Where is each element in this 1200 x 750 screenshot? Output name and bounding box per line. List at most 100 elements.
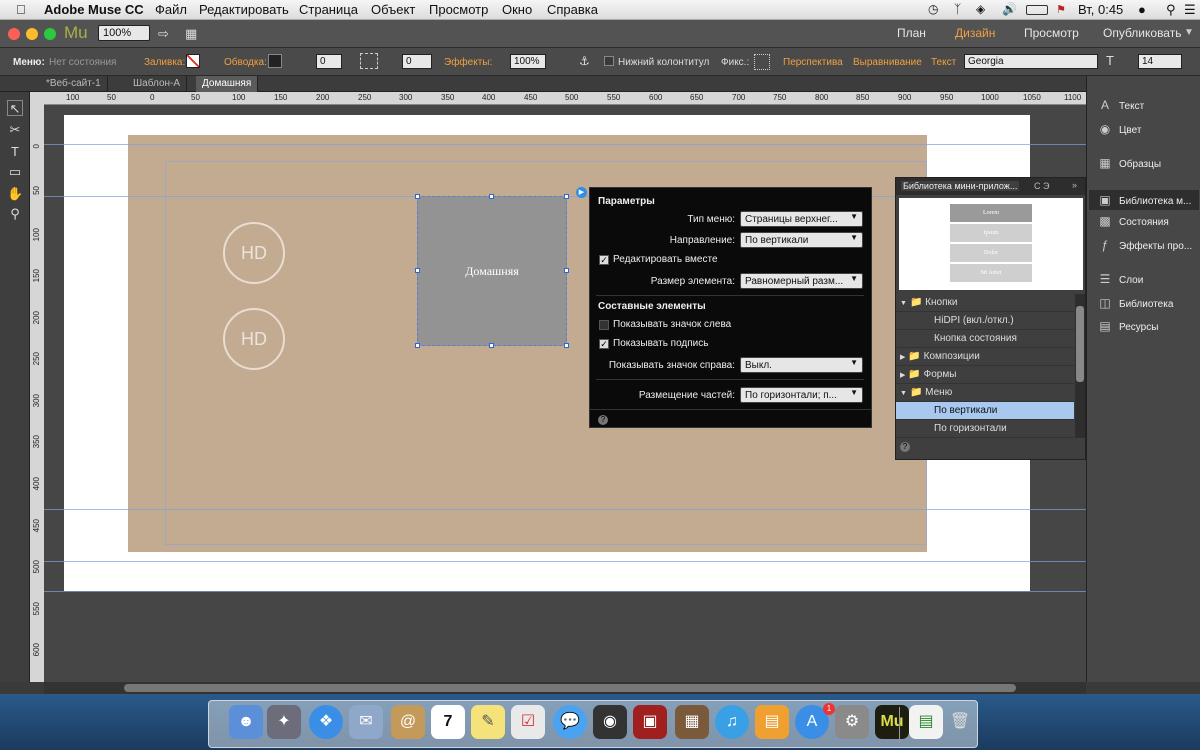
resize-handle[interactable] — [564, 268, 569, 273]
stroke-label[interactable]: Обводка: — [224, 57, 267, 68]
resize-handle[interactable] — [415, 343, 420, 348]
rectangle-tool-icon[interactable]: ▭ — [7, 164, 23, 180]
document-icon[interactable]: ▤ — [909, 705, 943, 739]
panel-library[interactable]: ◫ Библиотека — [1097, 296, 1173, 310]
tab-website[interactable]: *Веб-сайт-1 — [40, 76, 108, 92]
text-link[interactable]: Текст — [931, 57, 956, 68]
opacity-field[interactable]: 100% — [510, 54, 546, 69]
horizontal-guide[interactable] — [44, 144, 1086, 145]
ibooks-icon[interactable]: ▤ — [755, 705, 789, 739]
show-caption-checkbox[interactable]: ✓ — [599, 339, 609, 349]
tab-home[interactable]: Домашняя — [196, 76, 259, 92]
volume-icon[interactable]: 🔊 — [1002, 2, 1017, 16]
direction-select[interactable]: По вертикали ▼ — [740, 232, 863, 248]
app-menu[interactable]: Adobe Muse CC — [44, 2, 144, 17]
zoom-window-button[interactable] — [44, 28, 56, 40]
library-tab-title[interactable]: Библиотека мини-прилож... — [901, 181, 1020, 191]
horizontal-scrollbar[interactable] — [44, 682, 1086, 694]
menu-page[interactable]: Страница — [299, 2, 358, 17]
crop-tool-icon[interactable]: ✂ — [7, 122, 23, 138]
item-size-select[interactable]: Равномерный разм... ▼ — [740, 273, 863, 289]
library-folder-menu[interactable]: ▼ 📁 Меню — [896, 384, 1074, 402]
resize-handle[interactable] — [415, 194, 420, 199]
zoom-tool-icon[interactable]: ⚲ — [7, 206, 23, 222]
resize-handle[interactable] — [489, 194, 494, 199]
workspace-preview[interactable]: Просмотр — [1024, 26, 1079, 40]
stroke-swatch[interactable] — [268, 54, 282, 68]
zoom-select[interactable]: 100% — [98, 25, 150, 41]
menu-window[interactable]: Окно — [502, 2, 532, 17]
panel-effects[interactable]: ƒ Эффекты про... — [1097, 238, 1192, 252]
font-size-field[interactable]: 14 — [1138, 54, 1182, 69]
menu-object[interactable]: Объект — [371, 2, 415, 17]
panel-text[interactable]: A Текст — [1097, 98, 1144, 112]
spacing-field[interactable]: 0 — [402, 54, 432, 69]
library-tab-2[interactable]: С Э — [1034, 181, 1049, 191]
battery-icon[interactable] — [1026, 5, 1048, 15]
anchor-icon[interactable]: ⚓ — [579, 54, 590, 68]
panel-states[interactable]: ▩ Состояния — [1097, 214, 1168, 228]
itunes-icon[interactable]: ♫ — [715, 705, 749, 739]
resize-handle[interactable] — [415, 268, 420, 273]
align-link[interactable]: Выравнивание — [853, 57, 922, 68]
library-folder-forms[interactable]: ▶ 📁 Формы — [896, 366, 1074, 384]
widget-options-icon[interactable]: ▶ — [576, 187, 587, 198]
calendar-icon[interactable]: 7 — [431, 705, 465, 739]
workspace-plan[interactable]: План — [897, 26, 926, 40]
photos-icon[interactable]: ▦ — [675, 705, 709, 739]
close-window-button[interactable] — [8, 28, 20, 40]
menu-widget-button[interactable]: Домашняя — [417, 196, 567, 346]
bluetooth-icon[interactable]: ᛉ — [954, 2, 961, 16]
place-icon[interactable]: ⇨ — [158, 26, 169, 42]
finder-icon[interactable]: ☻ — [229, 705, 263, 739]
facetime-icon[interactable]: ◉ — [593, 705, 627, 739]
library-folder-buttons[interactable]: ▼ 📁 Кнопки — [896, 294, 1074, 312]
hd-badge-icon[interactable]: HD — [223, 308, 285, 370]
hd-badge-icon[interactable]: HD — [223, 222, 285, 284]
panel-swatches[interactable]: ▦ Образцы — [1097, 156, 1161, 170]
fix-grid-icon[interactable] — [754, 54, 770, 70]
effects-label[interactable]: Эффекты: — [444, 57, 492, 68]
notes-icon[interactable]: ✎ — [471, 705, 505, 739]
workspace-publish[interactable]: Опубликовать — [1103, 26, 1181, 40]
fill-swatch[interactable] — [186, 54, 200, 68]
library-item-hidpi[interactable]: HiDPI (вкл./откл.) — [896, 312, 1074, 330]
library-item-horizontal[interactable]: По горизонтали — [896, 420, 1074, 438]
menu-help[interactable]: Справка — [547, 2, 598, 17]
library-folder-compositions[interactable]: ▶ 📁 Композиции — [896, 348, 1074, 366]
horizontal-guide[interactable] — [44, 591, 1086, 592]
notifications-icon[interactable]: ☰ — [1184, 2, 1196, 18]
workspace-design[interactable]: Дизайн — [955, 26, 995, 40]
panel-color[interactable]: ◉ Цвет — [1097, 122, 1142, 136]
show-right-icon-select[interactable]: Выкл. ▼ — [740, 357, 863, 373]
minimize-window-button[interactable] — [26, 28, 38, 40]
contacts-icon[interactable]: @ — [391, 705, 425, 739]
edit-together-checkbox[interactable]: ✓ — [599, 255, 609, 265]
resize-handle[interactable] — [564, 343, 569, 348]
menu-file[interactable]: Файл — [155, 2, 187, 17]
trash-icon[interactable]: 🗑 — [943, 705, 977, 739]
selection-tool-icon[interactable]: ↖ — [7, 100, 23, 116]
preview-mode-icon[interactable]: ▦ — [185, 26, 197, 42]
tab-master[interactable]: Шаблон-A — [127, 76, 188, 92]
user-icon[interactable]: ● — [1138, 2, 1146, 17]
wifi-icon[interactable]: ◈ — [976, 2, 985, 16]
time-machine-icon[interactable]: ◷ — [928, 2, 938, 16]
menu-view[interactable]: Просмотр — [429, 2, 488, 17]
mail-icon[interactable]: ✉ — [349, 705, 383, 739]
menu-edit[interactable]: Редактировать — [199, 2, 289, 17]
parts-placement-select[interactable]: По горизонтали; п... ▼ — [740, 387, 863, 403]
messages-icon[interactable]: 💬 — [553, 705, 587, 739]
stroke-width-field[interactable]: 0 — [316, 54, 342, 69]
panel-assets[interactable]: ▤ Ресурсы — [1097, 319, 1158, 333]
scroll-thumb[interactable] — [1076, 306, 1084, 382]
resize-handle[interactable] — [489, 343, 494, 348]
scroll-thumb[interactable] — [124, 684, 1016, 692]
panel-layers[interactable]: ☰ Слои — [1097, 272, 1144, 286]
library-item-vertical[interactable]: По вертикали — [896, 402, 1074, 420]
resize-handle[interactable] — [564, 194, 569, 199]
menu-type-select[interactable]: Страницы верхнег... ▼ — [740, 211, 863, 227]
safari-icon[interactable]: ❖ — [309, 705, 343, 739]
text-tool-icon[interactable]: T — [7, 144, 23, 160]
launchpad-icon[interactable]: ✦ — [267, 705, 301, 739]
